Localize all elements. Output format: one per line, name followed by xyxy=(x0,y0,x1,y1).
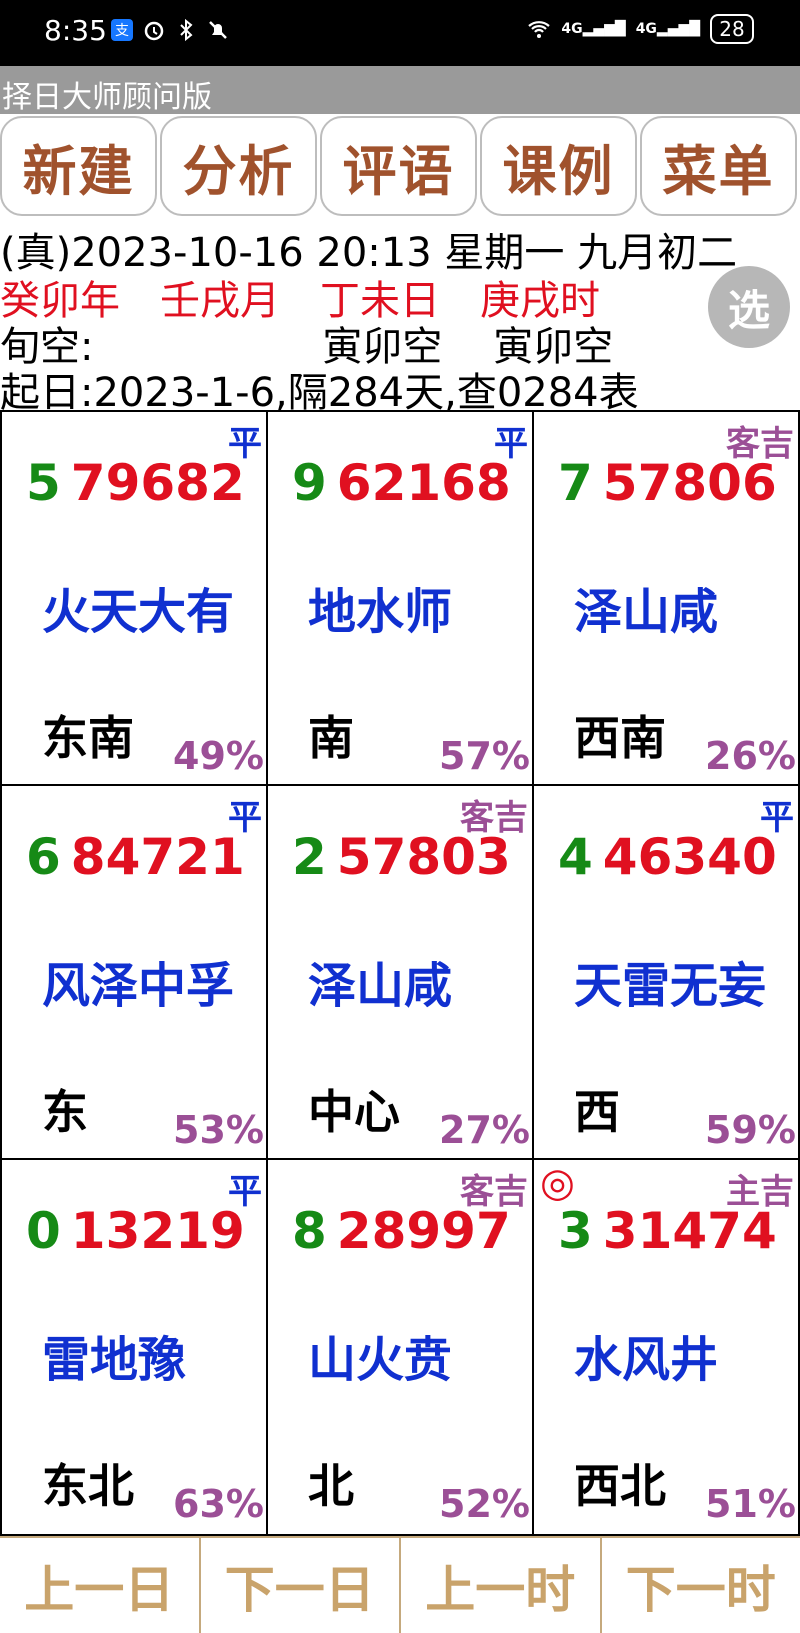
cell-hexagram: 地水师 xyxy=(308,584,453,640)
cell-direction: 西南 xyxy=(574,711,666,765)
cell-hexagram: 水风井 xyxy=(574,1332,719,1388)
status-icons-right: 4G▂▄▆█ 4G▂▄▆█ 28 xyxy=(527,14,754,44)
cell-number-secondary: 57806 xyxy=(602,454,777,512)
status-bar: 8:35 支 4G▂▄▆█ 4G▂▄▆█ 28 xyxy=(0,0,800,66)
cell-hexagram: 山火贲 xyxy=(308,1332,453,1388)
cell-percentage: 63% xyxy=(173,1482,264,1526)
cell-direction: 东北 xyxy=(42,1459,134,1513)
cell-number-primary: 8 xyxy=(292,1202,327,1260)
prev-hour-button[interactable]: 上一时 xyxy=(401,1538,602,1633)
cell-direction: 东 xyxy=(42,1085,88,1139)
network-label-2: 4G xyxy=(635,21,657,37)
cell-numbers: 0 13219 xyxy=(26,1202,245,1260)
cell-number-secondary: 62168 xyxy=(336,454,511,512)
cell-number-secondary: 13219 xyxy=(70,1202,245,1260)
cell-percentage: 26% xyxy=(705,734,796,778)
cell-direction: 南 xyxy=(308,711,354,765)
palace-grid: 平 5 79682 火天大有 东南 49% 平 9 62168 地水师 南 57% … xyxy=(0,410,800,1536)
grid-cell-southwest[interactable]: 客吉 7 57806 泽山咸 西南 26% xyxy=(534,412,798,786)
cell-hexagram: 天雷无妄 xyxy=(574,958,767,1014)
grid-cell-center[interactable]: 客吉 2 57803 泽山咸 中心 27% xyxy=(268,786,534,1160)
next-day-button[interactable]: 下一日 xyxy=(201,1538,401,1633)
toolbar: 新建 分析 评语 课例 菜单 xyxy=(0,114,800,220)
cell-numbers: 6 84721 xyxy=(26,828,245,886)
svg-text:支: 支 xyxy=(115,23,129,39)
cell-number-secondary: 46340 xyxy=(602,828,777,886)
prev-day-button[interactable]: 上一日 xyxy=(0,1538,201,1633)
bluetooth-icon xyxy=(180,18,193,42)
cell-numbers: 8 28997 xyxy=(292,1202,511,1260)
cell-percentage: 52% xyxy=(439,1482,530,1526)
cell-percentage: 57% xyxy=(439,734,530,778)
alarm-icon xyxy=(144,21,164,41)
selected-mark-icon: ◎ xyxy=(540,1160,575,1206)
cell-number-primary: 4 xyxy=(558,828,593,886)
cell-number-primary: 7 xyxy=(558,454,593,512)
battery-indicator: 28 xyxy=(710,14,754,44)
cell-hexagram: 泽山咸 xyxy=(308,958,453,1014)
cell-direction: 东南 xyxy=(42,711,134,765)
cell-hexagram: 风泽中孚 xyxy=(42,958,235,1014)
status-time: 8:35 xyxy=(44,14,107,47)
cell-number-secondary: 79682 xyxy=(70,454,245,512)
grid-cell-southeast[interactable]: 平 5 79682 火天大有 东南 49% xyxy=(2,412,268,786)
grid-cell-west[interactable]: 平 4 46340 天雷无妄 西 59% xyxy=(534,786,798,1160)
cell-number-secondary: 84721 xyxy=(70,828,245,886)
grid-cell-northwest[interactable]: ◎ 主吉 3 31474 水风井 西北 51% xyxy=(534,1160,798,1534)
cell-percentage: 27% xyxy=(439,1108,530,1152)
cell-number-secondary: 57803 xyxy=(336,828,511,886)
cell-number-secondary: 28997 xyxy=(336,1202,511,1260)
cases-button[interactable]: 课例 xyxy=(480,116,637,216)
mute-bell-icon xyxy=(209,21,227,39)
cell-number-primary: 9 xyxy=(292,454,327,512)
cell-hexagram: 火天大有 xyxy=(42,584,235,640)
cell-percentage: 51% xyxy=(705,1482,796,1526)
cell-numbers: 9 62168 xyxy=(292,454,511,512)
next-hour-button[interactable]: 下一时 xyxy=(602,1538,800,1633)
cell-number-primary: 0 xyxy=(26,1202,61,1260)
cell-direction: 西 xyxy=(574,1085,620,1139)
cell-numbers: 4 46340 xyxy=(558,828,777,886)
cell-number-primary: 5 xyxy=(26,454,61,512)
cell-percentage: 59% xyxy=(705,1108,796,1152)
cell-direction: 北 xyxy=(308,1459,354,1513)
app-title-bar: 择日大师顾问版 xyxy=(0,66,800,115)
cell-percentage: 49% xyxy=(173,734,264,778)
alipay-icon: 支 xyxy=(111,19,133,41)
cell-number-primary: 3 xyxy=(558,1202,593,1260)
grid-cell-northeast[interactable]: 平 0 13219 雷地豫 东北 63% xyxy=(2,1160,268,1534)
select-button[interactable]: 选 xyxy=(708,266,790,348)
grid-cell-south[interactable]: 平 9 62168 地水师 南 57% xyxy=(268,412,534,786)
cell-numbers: 2 57803 xyxy=(292,828,511,886)
analyze-button[interactable]: 分析 xyxy=(160,116,317,216)
grid-cell-north[interactable]: 客吉 8 28997 山火贲 北 52% xyxy=(268,1160,534,1534)
network-label-1: 4G xyxy=(561,21,583,37)
cell-hexagram: 泽山咸 xyxy=(574,584,719,640)
cell-direction: 西北 xyxy=(574,1459,666,1513)
status-icons-left: 支 xyxy=(110,18,230,42)
bottom-nav: 上一日 下一日 上一时 下一时 xyxy=(0,1536,800,1633)
menu-button[interactable]: 菜单 xyxy=(640,116,797,216)
grid-cell-east[interactable]: 平 6 84721 风泽中孚 东 53% xyxy=(2,786,268,1160)
cell-numbers: 7 57806 xyxy=(558,454,777,512)
signal-4g-icon-2: 4G▂▄▆█ xyxy=(635,21,700,37)
cell-direction: 中心 xyxy=(308,1085,400,1139)
cell-number-primary: 6 xyxy=(26,828,61,886)
new-button[interactable]: 新建 xyxy=(0,116,157,216)
cell-number-secondary: 31474 xyxy=(602,1202,777,1260)
comment-button[interactable]: 评语 xyxy=(320,116,477,216)
wifi-icon xyxy=(528,21,551,38)
cell-number-primary: 2 xyxy=(292,828,327,886)
cell-numbers: 5 79682 xyxy=(26,454,245,512)
app-title: 择日大师顾问版 xyxy=(2,80,212,115)
cell-hexagram: 雷地豫 xyxy=(42,1332,187,1388)
cell-numbers: 3 31474 xyxy=(558,1202,777,1260)
signal-4g-icon: 4G▂▄▆█ xyxy=(561,21,626,37)
cell-percentage: 53% xyxy=(173,1108,264,1152)
